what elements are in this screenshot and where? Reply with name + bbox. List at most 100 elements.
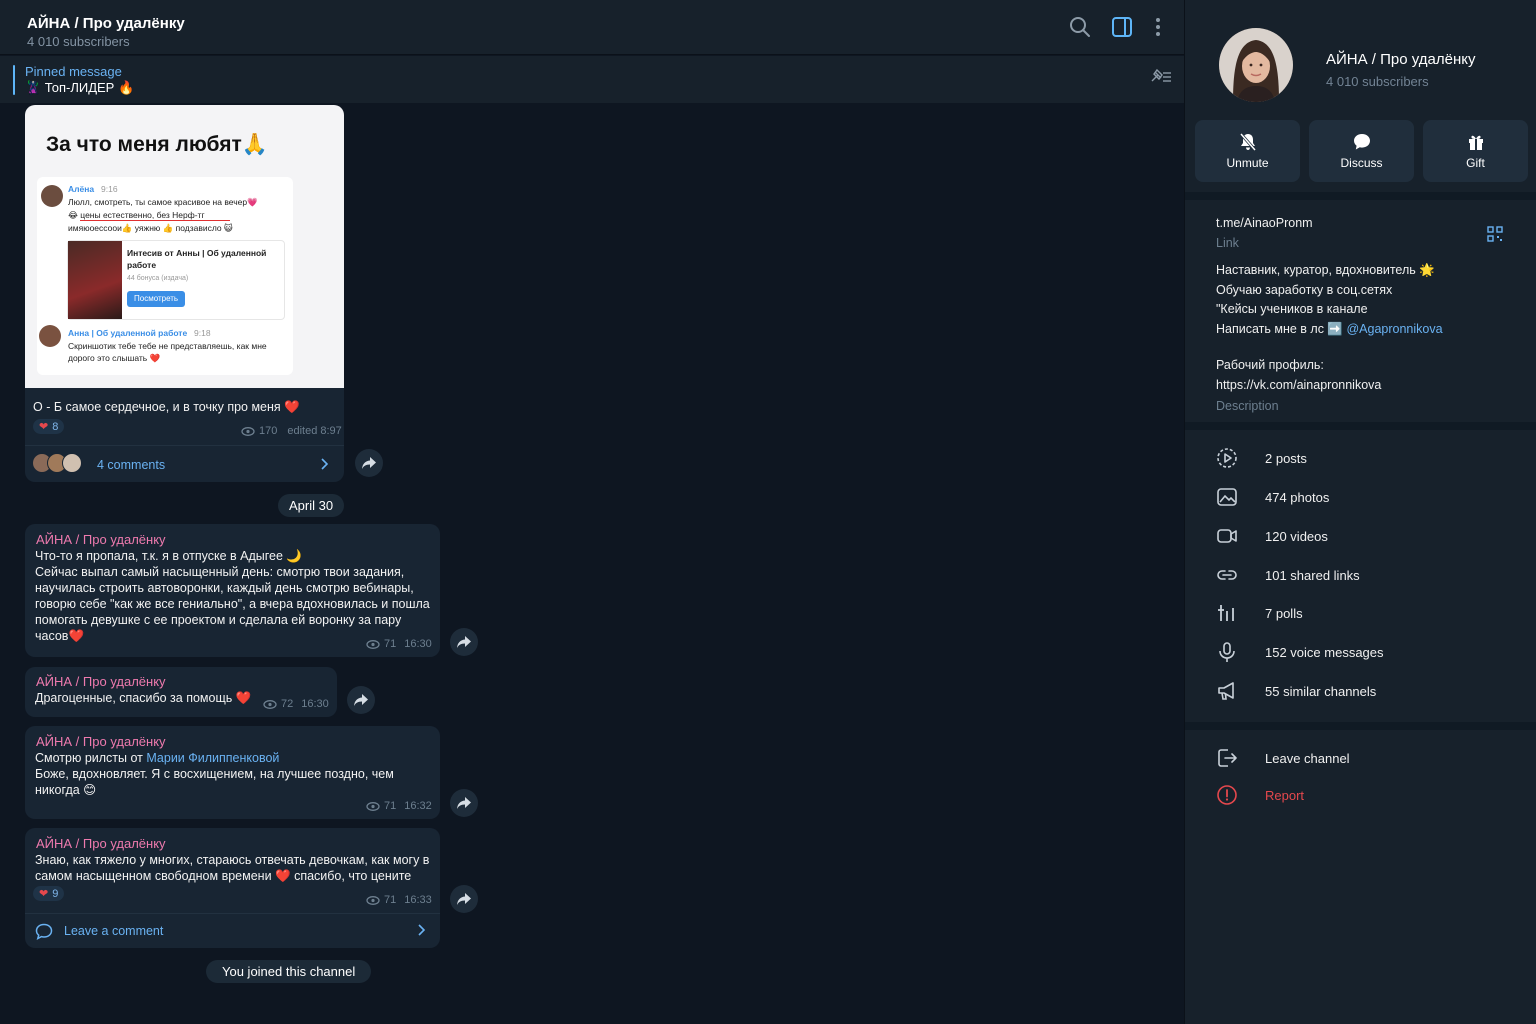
pinned-list-icon[interactable]	[1150, 68, 1172, 87]
sidebar-toggle-icon[interactable]	[1109, 14, 1135, 40]
channel-link[interactable]: t.me/AinaoPronm	[1216, 216, 1313, 230]
photo-post-bubble[interactable]: О - Б самое сердечное, и в точку про мен…	[25, 388, 344, 482]
message-time: 16:30	[301, 698, 329, 710]
bio-dm-handle[interactable]: @Agapronnikova	[1346, 322, 1442, 336]
message-time: 16:30	[404, 638, 432, 650]
share-button[interactable]	[450, 628, 478, 656]
message-bubble[interactable]: АЙНА / Про удалёнку Что-то я пропала, т.…	[25, 524, 440, 657]
message-time: 16:33	[404, 894, 432, 906]
avatar	[62, 453, 82, 473]
message-author[interactable]: АЙНА / Про удалёнку	[36, 674, 166, 689]
share-icon	[362, 457, 376, 469]
media-row-voice[interactable]: 152 voice messages	[1216, 640, 1384, 664]
bell-muted-icon	[1239, 133, 1256, 151]
post-image[interactable]: За что меня любят🙏 Алёна 9:16 Люлл, смот…	[25, 105, 344, 388]
chevron-right-icon	[321, 458, 329, 470]
pinned-text: 🦹 Топ-ЛИДЕР 🔥	[25, 80, 135, 95]
message-line: научилась строить автоворонки, каждый де…	[35, 581, 414, 595]
image-title: За что меня любят🙏	[46, 133, 268, 156]
message-meta: 71 16:30	[366, 638, 432, 650]
message-author[interactable]: АЙНА / Про удалёнку	[36, 836, 166, 851]
chat-area: АЙНА / Про удалёнку 4 010 subscribers Pi…	[0, 0, 1184, 1024]
share-icon	[457, 797, 471, 809]
reaction-badge[interactable]: ❤ 9	[33, 886, 65, 901]
mini-text: Люлл, смотреть, ты самое красивое на веч…	[68, 197, 258, 207]
comment-icon	[35, 923, 53, 940]
eye-icon	[366, 801, 380, 811]
pinned-bar	[13, 65, 15, 95]
mention-link[interactable]: Марии Филиппенковой	[146, 751, 279, 765]
media-row-polls[interactable]: 7 polls	[1216, 601, 1303, 625]
media-label: 120 videos	[1265, 528, 1328, 544]
message-meta: 72 16:30	[263, 698, 329, 710]
media-label: 2 posts	[1265, 450, 1307, 466]
bio-line: Написать мне в лс ➡️ @Agapronnikova	[1216, 322, 1443, 337]
mic-icon	[1219, 642, 1235, 662]
channel-name: АЙНА / Про удалёнку	[1326, 51, 1476, 68]
mini-link-card: Интесив от Анны | Об удаленной работе 44…	[67, 240, 285, 320]
report-label: Report	[1265, 787, 1305, 803]
share-button[interactable]	[355, 449, 383, 477]
share-button[interactable]	[347, 686, 375, 714]
report-button[interactable]: Report	[1216, 783, 1304, 807]
chevron-right-icon	[418, 924, 426, 936]
message-line: никогда 😊	[35, 783, 97, 797]
mini-card-button: Посмотреть	[127, 291, 186, 307]
work-link[interactable]: https://vk.com/ainapronnikova	[1216, 378, 1381, 392]
views-count: 72	[281, 698, 294, 710]
reaction-badge[interactable]: ❤ 8	[33, 419, 65, 434]
unmute-button[interactable]: Unmute	[1195, 120, 1300, 182]
message-bubble[interactable]: АЙНА / Про удалёнку Знаю, как тяжело у м…	[25, 828, 440, 948]
message-time: 16:32	[404, 800, 432, 812]
comments-count[interactable]: 4 comments	[97, 458, 165, 472]
media-row-links[interactable]: 101 shared links	[1216, 563, 1360, 587]
post-meta: 170 edited 8:97	[241, 425, 342, 437]
gift-button[interactable]: Gift	[1423, 120, 1528, 182]
message-author[interactable]: АЙНА / Про удалёнку	[36, 532, 166, 547]
discuss-button[interactable]: Discuss	[1309, 120, 1414, 182]
message-line: говорю себе "как же все гениально", а вч…	[35, 597, 430, 611]
message-bubble[interactable]: АЙНА / Про удалёнку Смотрю рилсты от Мар…	[25, 726, 440, 819]
unmute-label: Unmute	[1226, 156, 1269, 170]
reaction-count: 8	[52, 420, 59, 433]
qr-code-icon[interactable]	[1487, 226, 1503, 245]
bio-dm-prefix: Написать мне в лс ➡️	[1216, 322, 1347, 336]
media-row-videos[interactable]: 120 videos	[1216, 524, 1328, 548]
chat-header[interactable]: АЙНА / Про удалёнку 4 010 subscribers	[0, 0, 1184, 55]
underline-mark	[80, 220, 230, 221]
more-icon[interactable]	[1145, 14, 1171, 40]
message-line: Что-то я пропала, т.к. я в отпуске в Ады…	[35, 549, 302, 563]
pinned-label: Pinned message	[25, 64, 122, 79]
avatar[interactable]	[1219, 28, 1293, 102]
views-count: 170	[259, 425, 278, 437]
media-row-photos[interactable]: 474 photos	[1216, 485, 1329, 509]
leave-comment-row[interactable]: Leave a comment	[25, 914, 440, 948]
eye-icon	[241, 426, 255, 436]
channel-info-panel: АЙНА / Про удалёнку 4 010 subscribers Un…	[1184, 0, 1536, 1024]
edited-time: edited 8:97	[287, 425, 342, 437]
views-count: 71	[384, 638, 397, 650]
gift-icon	[1468, 135, 1483, 150]
comments-row[interactable]: 4 comments	[25, 446, 344, 482]
media-label: 7 polls	[1265, 605, 1303, 621]
reaction-count: 9	[52, 887, 59, 900]
link-label: Link	[1216, 236, 1239, 250]
search-icon[interactable]	[1067, 14, 1093, 40]
leave-comment-label[interactable]: Leave a comment	[64, 924, 163, 938]
share-button[interactable]	[450, 885, 478, 913]
share-button[interactable]	[450, 789, 478, 817]
leave-channel-button[interactable]: Leave channel	[1216, 746, 1350, 770]
report-icon	[1217, 785, 1237, 805]
media-row-posts[interactable]: 2 posts	[1216, 446, 1307, 470]
poll-icon	[1218, 605, 1234, 621]
megaphone-icon	[1218, 682, 1234, 700]
media-label: 55 similar channels	[1265, 683, 1377, 699]
message-line: Боже, вдохновляет. Я с восхищением, на л…	[35, 767, 394, 781]
chat-title[interactable]: АЙНА / Про удалёнку	[27, 15, 185, 32]
message-line: Знаю, как тяжело у многих, стараюсь отве…	[35, 853, 430, 867]
image-screenshot-card: Алёна 9:16 Люлл, смотреть, ты самое крас…	[37, 177, 293, 375]
message-author[interactable]: АЙНА / Про удалёнку	[36, 734, 166, 749]
media-row-similar[interactable]: 55 similar channels	[1216, 679, 1376, 703]
pinned-message[interactable]: Pinned message 🦹 Топ-ЛИДЕР 🔥	[0, 56, 1184, 103]
message-bubble[interactable]: АЙНА / Про удалёнку Драгоценные, спасибо…	[25, 667, 337, 717]
